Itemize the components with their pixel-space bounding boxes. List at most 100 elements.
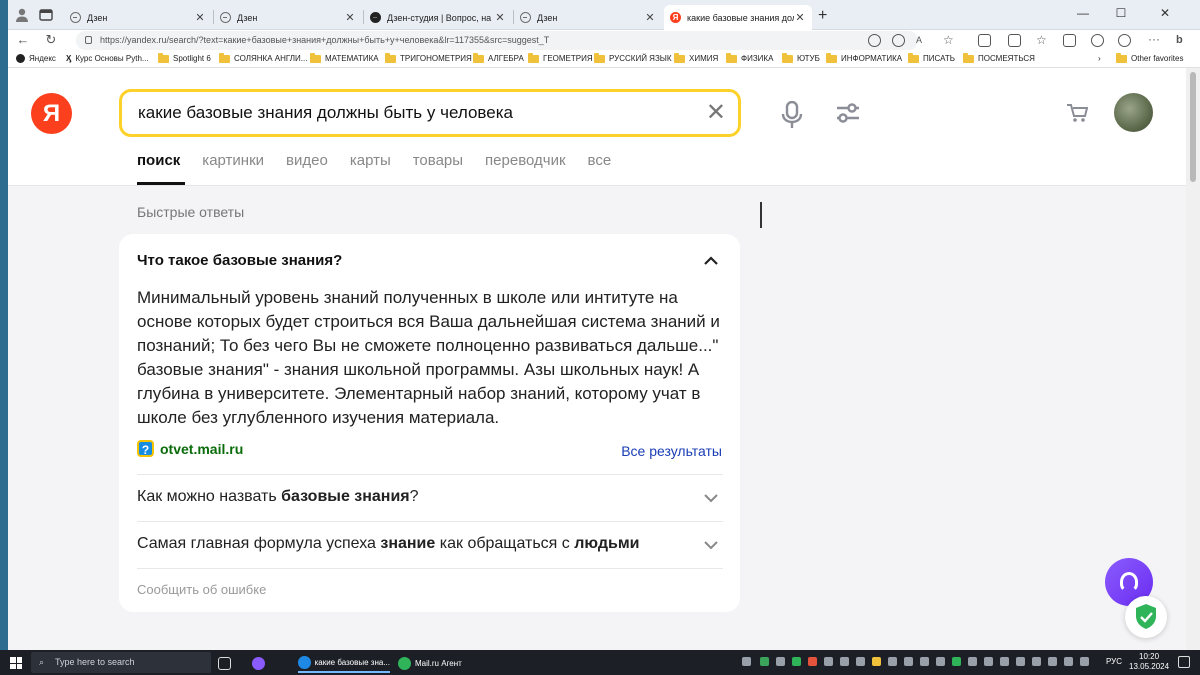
- bookmark-yandex[interactable]: Яндекс: [16, 54, 56, 63]
- location-icon[interactable]: [868, 34, 881, 47]
- taskbar-clock[interactable]: 10:20 13.05.2024: [1129, 652, 1169, 672]
- bookmarks-overflow-icon[interactable]: ›: [1098, 54, 1101, 63]
- extensions-icon[interactable]: [978, 34, 991, 47]
- collections-icon[interactable]: [1063, 34, 1076, 47]
- tray-yandex-icon[interactable]: [808, 657, 817, 666]
- tab-translator[interactable]: переводчик: [485, 152, 565, 169]
- more-menu-icon[interactable]: ···: [1148, 33, 1161, 47]
- tray-app-icon[interactable]: [840, 657, 849, 666]
- tray-app-icon[interactable]: [888, 657, 897, 666]
- bookmark-folder[interactable]: ХИМИЯ: [674, 52, 718, 63]
- profile-icon[interactable]: [14, 7, 30, 23]
- alice-taskbar-icon[interactable]: [252, 653, 269, 673]
- close-tab-icon[interactable]: ✕: [494, 11, 506, 24]
- tray-chevron-icon[interactable]: [742, 657, 751, 666]
- tray-app-icon[interactable]: [776, 657, 785, 666]
- tab-search[interactable]: поиск: [137, 152, 180, 169]
- task-view-icon[interactable]: [218, 653, 235, 673]
- tray-app-icon[interactable]: [1000, 657, 1009, 666]
- zoom-icon[interactable]: [892, 34, 905, 47]
- browser-tab[interactable]: Дзен-студия | Вопрос, на котор ✕: [364, 5, 512, 30]
- language-indicator[interactable]: РУС: [1106, 657, 1122, 666]
- browser-tab-active[interactable]: Я какие базовые знания должны ✕: [664, 5, 812, 30]
- minimize-icon[interactable]: —: [1068, 4, 1098, 22]
- tray-app-icon[interactable]: [1080, 657, 1089, 666]
- avatar[interactable]: [1114, 93, 1153, 132]
- close-tab-icon[interactable]: ✕: [644, 11, 656, 24]
- browser-tab[interactable]: Дзен ✕: [214, 5, 362, 30]
- tray-app-icon[interactable]: [1048, 657, 1057, 666]
- question-collapsed[interactable]: Как можно назвать базовые знания?: [137, 488, 723, 506]
- clear-icon[interactable]: ✕: [706, 101, 726, 125]
- tray-app-icon[interactable]: [952, 657, 961, 666]
- microphone-icon[interactable]: [781, 101, 803, 129]
- tab-actions-icon[interactable]: [38, 7, 54, 23]
- tray-app-icon[interactable]: [920, 657, 929, 666]
- yandex-logo[interactable]: Я: [31, 93, 72, 134]
- question-collapsed[interactable]: Самая главная формула успеха знание как …: [137, 535, 723, 553]
- favorites-icon[interactable]: ☆: [1036, 34, 1049, 47]
- filters-icon[interactable]: [835, 102, 861, 124]
- bookmark-folder[interactable]: ФИЗИКА: [726, 52, 773, 63]
- bookmark-folder[interactable]: РУССКИЙ ЯЗЫК: [594, 52, 672, 63]
- copilot-icon[interactable]: b: [1176, 34, 1189, 47]
- bookmark-folder[interactable]: ПОСМЕЯТЬСЯ: [963, 52, 1035, 63]
- tab-products[interactable]: товары: [413, 152, 463, 169]
- search-box[interactable]: ✕: [119, 89, 741, 137]
- taskbar-search[interactable]: ⌕ Type here to search: [31, 652, 211, 673]
- tray-app-icon[interactable]: [936, 657, 945, 666]
- close-tab-icon[interactable]: ✕: [194, 11, 206, 24]
- tray-app-icon[interactable]: [984, 657, 993, 666]
- all-results-link[interactable]: Все результаты: [621, 443, 722, 459]
- history-icon[interactable]: [1091, 34, 1104, 47]
- bookmark-folder[interactable]: ИНФОРМАТИКА: [826, 52, 902, 63]
- wifi-icon[interactable]: [1016, 657, 1025, 666]
- tray-shield-icon[interactable]: [792, 657, 801, 666]
- tray-app-icon[interactable]: [760, 657, 769, 666]
- bookmark-folder[interactable]: ТРИГОНОМЕТРИЯ: [385, 52, 472, 63]
- refresh-icon[interactable]: ↻: [42, 32, 60, 48]
- bookmark-folder[interactable]: ЮТУБ: [782, 52, 820, 63]
- battery-icon[interactable]: [1064, 657, 1073, 666]
- bookmark-folder[interactable]: МАТЕМАТИКА: [310, 52, 379, 63]
- bookmark-folder[interactable]: ПИСАТЬ: [908, 52, 955, 63]
- tab-video[interactable]: видео: [286, 152, 328, 169]
- other-favorites[interactable]: Other favorites: [1116, 52, 1183, 63]
- windows-start-icon[interactable]: [10, 657, 22, 669]
- question-expanded[interactable]: Что такое базовые знания?: [137, 252, 342, 269]
- tab-images[interactable]: картинки: [202, 152, 264, 169]
- bookmark-folder[interactable]: Spotlight 6: [158, 52, 211, 63]
- vertical-scrollbar[interactable]: [1186, 68, 1200, 650]
- vpn-icon[interactable]: [1118, 34, 1131, 47]
- protect-shield-button[interactable]: [1125, 596, 1167, 638]
- chevron-down-icon[interactable]: [704, 493, 718, 503]
- tray-app-icon[interactable]: [968, 657, 977, 666]
- bookmark-python[interactable]: Ӽ Курс Основы Pyth...: [66, 54, 149, 63]
- bookmark-folder[interactable]: ГЕОМЕТРИЯ: [528, 52, 593, 63]
- maximize-icon[interactable]: ☐: [1106, 4, 1136, 22]
- read-aloud-icon[interactable]: A: [916, 34, 929, 47]
- browser-tab[interactable]: Дзен ✕: [514, 5, 662, 30]
- tab-maps[interactable]: карты: [350, 152, 391, 169]
- tray-app-icon[interactable]: [824, 657, 833, 666]
- bookmark-folder[interactable]: АЛГЕБРА: [473, 52, 524, 63]
- search-input[interactable]: [138, 100, 698, 126]
- notifications-icon[interactable]: [1178, 656, 1190, 668]
- tray-app-icon[interactable]: [856, 657, 865, 666]
- bookmark-folder[interactable]: СОЛЯНКА АНГЛИ...: [219, 52, 307, 63]
- new-tab-icon[interactable]: +: [818, 7, 827, 25]
- taskbar-mailru-item[interactable]: Mail.ru Агент: [398, 653, 462, 673]
- browser-tab[interactable]: Дзен ✕: [64, 5, 212, 30]
- tray-app-icon[interactable]: [904, 657, 913, 666]
- volume-icon[interactable]: [1032, 657, 1041, 666]
- scroll-thumb[interactable]: [1190, 72, 1196, 182]
- answer-source[interactable]: ? otvet.mail.ru: [137, 440, 243, 457]
- split-screen-icon[interactable]: [1008, 34, 1021, 47]
- close-window-icon[interactable]: ✕: [1150, 4, 1180, 22]
- back-icon[interactable]: ←: [14, 32, 32, 47]
- cart-icon[interactable]: [1066, 102, 1088, 124]
- chevron-down-icon[interactable]: [704, 540, 718, 550]
- close-tab-icon[interactable]: ✕: [794, 11, 806, 24]
- favorite-star-icon[interactable]: ☆: [943, 34, 956, 47]
- close-tab-icon[interactable]: ✕: [344, 11, 356, 24]
